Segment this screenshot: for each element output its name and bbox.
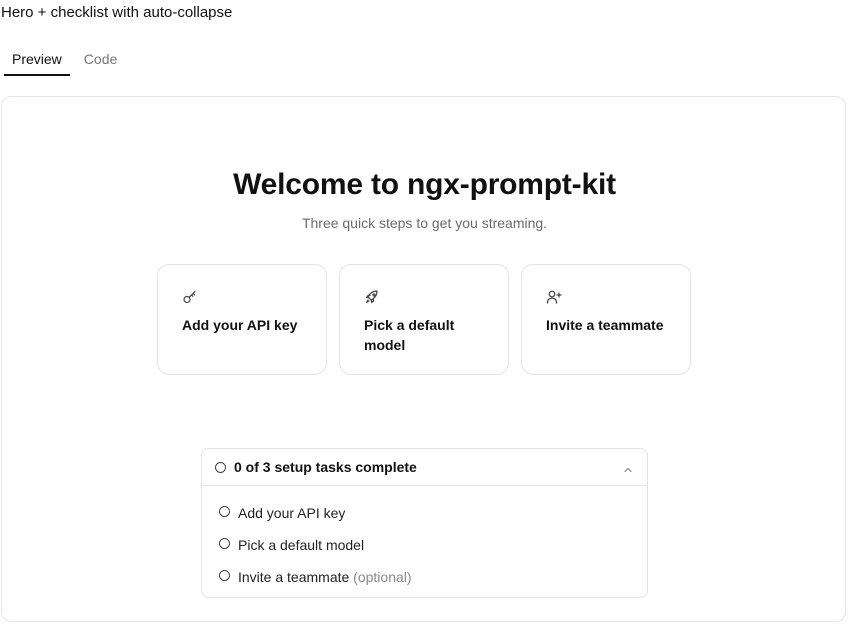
step-card-default-model[interactable]: Pick a default model: [339, 264, 509, 375]
progress-circle-icon: [215, 462, 226, 473]
setup-checklist: 0 of 3 setup tasks complete Add your API…: [201, 448, 648, 598]
tab-bar: Preview Code: [4, 44, 125, 76]
unchecked-circle-icon: [219, 538, 230, 549]
checklist-summary: 0 of 3 setup tasks complete: [234, 459, 417, 475]
tab-preview[interactable]: Preview: [4, 44, 70, 76]
task-label: Add your API key: [238, 505, 346, 521]
hero-subtitle: Three quick steps to get you streaming.: [301, 215, 548, 231]
key-icon: [182, 289, 198, 305]
step-card-invite-teammate[interactable]: Invite a teammate: [521, 264, 691, 375]
hero-title: Welcome to ngx-prompt-kit: [233, 168, 616, 201]
unchecked-circle-icon: [219, 570, 230, 581]
checklist-task-default-model[interactable]: Pick a default model: [202, 533, 647, 561]
checklist-task-api-key[interactable]: Add your API key: [202, 501, 647, 529]
step-label: Invite a teammate: [546, 317, 664, 333]
task-label: Invite a teammate: [238, 569, 350, 585]
page-title: Hero + checklist with auto-collapse: [1, 4, 233, 21]
task-label: Pick a default model: [238, 537, 365, 553]
checklist-header-toggle[interactable]: 0 of 3 setup tasks complete: [202, 449, 647, 486]
step-label: Pick a default model: [364, 317, 455, 353]
step-label: Add your API key: [182, 317, 298, 333]
chevron-up-icon: [623, 461, 633, 473]
user-plus-icon: [546, 289, 562, 305]
tab-code[interactable]: Code: [76, 44, 125, 76]
unchecked-circle-icon: [219, 506, 230, 517]
rocket-icon: [364, 289, 380, 305]
step-card-api-key[interactable]: Add your API key: [157, 264, 327, 375]
task-text: Invite a teammate (optional): [238, 569, 412, 585]
task-optional-suffix: (optional): [353, 569, 412, 585]
checklist-task-invite-teammate[interactable]: Invite a teammate (optional): [202, 565, 647, 593]
